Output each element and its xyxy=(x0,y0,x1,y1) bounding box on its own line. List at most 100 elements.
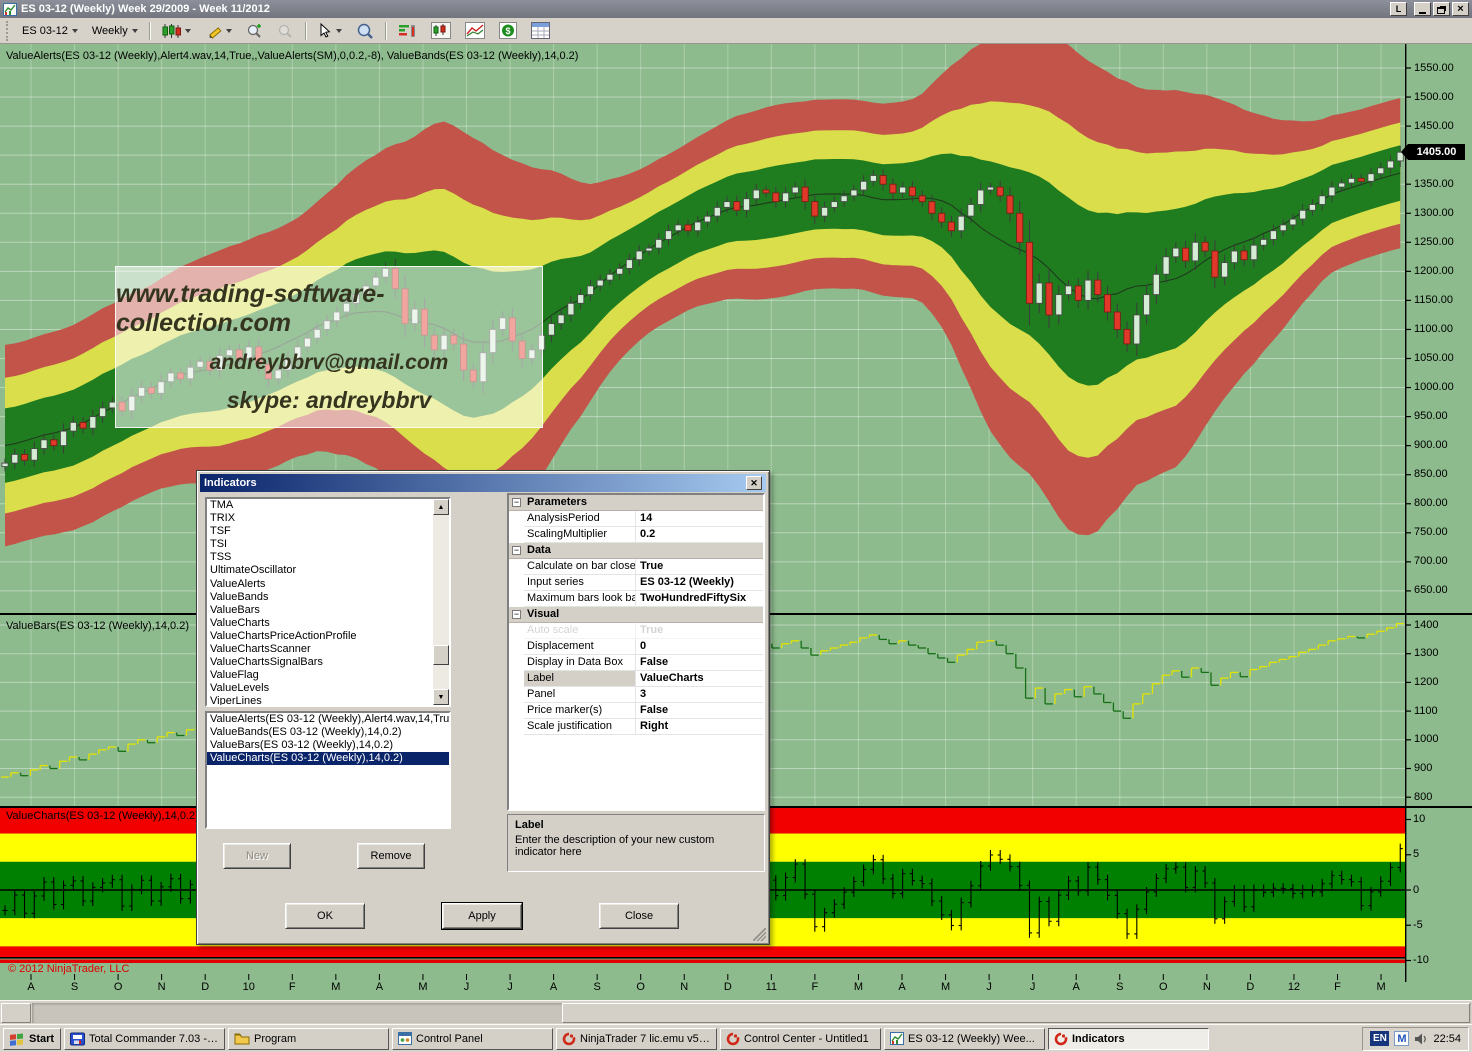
resize-grip[interactable] xyxy=(753,928,766,941)
toolbar-drag-handle[interactable] xyxy=(6,21,10,41)
zoom-in-button[interactable] xyxy=(239,20,270,42)
property-value[interactable]: TwoHundredFiftySix xyxy=(636,591,763,607)
indicator-list-item[interactable]: TSS xyxy=(207,551,449,564)
indicator-list-item[interactable]: TMA xyxy=(207,499,449,512)
indicator-list-item[interactable]: ValueBars xyxy=(207,604,449,617)
property-name[interactable]: Auto scale xyxy=(524,623,636,639)
market-depth-button[interactable] xyxy=(391,20,424,42)
indicator-list-item[interactable]: ValueChartsPriceActionProfile xyxy=(207,630,449,643)
property-value[interactable]: True xyxy=(636,623,763,639)
property-name[interactable]: Display in Data Box xyxy=(524,655,636,671)
taskbar-button-control-panel[interactable]: Control Panel xyxy=(392,1028,553,1050)
property-name[interactable]: Parameters xyxy=(524,495,763,510)
cursor-tool-button[interactable] xyxy=(311,20,349,42)
indicator-list-item[interactable]: ValueChartsSignalBars xyxy=(207,656,449,669)
dialog-titlebar[interactable]: Indicators ✕ xyxy=(200,474,766,492)
scrollbar-left-stub[interactable] xyxy=(1,1003,31,1023)
property-name[interactable]: ScalingMultiplier xyxy=(524,527,636,543)
scrollbar-thumb[interactable] xyxy=(433,645,449,665)
property-name[interactable]: Price marker(s) xyxy=(524,703,636,719)
new-button[interactable]: New xyxy=(223,843,291,869)
configured-indicator-item[interactable]: ValueBars(ES 03-12 (Weekly),14,0.2) xyxy=(207,739,449,752)
property-category-row[interactable]: −Data xyxy=(509,543,763,559)
data-box-button[interactable] xyxy=(349,19,381,42)
dialog-close-button[interactable]: ✕ xyxy=(746,476,762,490)
property-row[interactable]: Panel3 xyxy=(509,687,763,703)
property-row[interactable]: Maximum bars look baTwoHundredFiftySix xyxy=(509,591,763,607)
property-value[interactable]: 0.2 xyxy=(636,527,763,543)
line-chart-button[interactable] xyxy=(458,19,492,42)
configured-indicator-item[interactable]: ValueCharts(ES 03-12 (Weekly),14,0.2) xyxy=(207,752,449,765)
taskbar-button-total-commander-7-03[interactable]: Total Commander 7.03 - ... xyxy=(64,1028,225,1050)
property-value[interactable]: Right xyxy=(636,719,763,735)
list-scrollbar[interactable]: ▲ ▼ xyxy=(433,499,449,705)
indicator-list-item[interactable]: TRIX xyxy=(207,512,449,525)
indicators-dialog[interactable]: Indicators ✕ TMATRIXTSFTSITSSUltimateOsc… xyxy=(196,470,770,945)
taskbar-button-indicators[interactable]: Indicators xyxy=(1048,1028,1209,1050)
indicator-list-item[interactable]: ViperLines xyxy=(207,695,449,707)
configured-indicator-item[interactable]: ValueAlerts(ES 03-12 (Weekly),Alert4.wav… xyxy=(207,713,449,726)
property-row[interactable]: LabelValueCharts xyxy=(509,671,763,687)
property-value[interactable]: False xyxy=(636,703,763,719)
property-value[interactable]: ValueCharts xyxy=(636,671,763,687)
volume-icon[interactable] xyxy=(1414,1032,1428,1046)
instrument-selector[interactable]: ES 03-12 xyxy=(15,22,85,40)
indicator-list-item[interactable]: ValueLevels xyxy=(207,682,449,695)
interval-selector[interactable]: Weekly xyxy=(85,22,145,40)
property-row[interactable]: Display in Data BoxFalse xyxy=(509,655,763,671)
scroll-up-button[interactable]: ▲ xyxy=(433,499,449,515)
link-button[interactable]: L xyxy=(1390,2,1407,16)
chart-style-button[interactable] xyxy=(155,20,198,42)
configured-indicators-list[interactable]: ValueAlerts(ES 03-12 (Weekly),Alert4.wav… xyxy=(205,711,451,829)
indicator-property-grid[interactable]: −ParametersAnalysisPeriod14ScalingMultip… xyxy=(507,493,765,811)
scroll-down-button[interactable]: ▼ xyxy=(433,689,449,705)
remove-button[interactable]: Remove xyxy=(357,843,425,869)
start-button[interactable]: Start xyxy=(3,1028,61,1050)
window-titlebar[interactable]: ES 03-12 (Weekly) Week 29/2009 - Week 11… xyxy=(0,0,1472,18)
taskbar-button-ninjatrader-7-lic-emu-v5-06[interactable]: NinjaTrader 7 lic.emu v5.06 xyxy=(556,1028,717,1050)
property-row[interactable]: Auto scaleTrue xyxy=(509,623,763,639)
indicator-list-item[interactable]: UltimateOscillator xyxy=(207,564,449,577)
chart-horizontal-scrollbar[interactable] xyxy=(0,1000,1472,1024)
property-row[interactable]: Scale justificationRight xyxy=(509,719,763,735)
account-button[interactable]: $ xyxy=(492,19,524,42)
property-category-row[interactable]: −Visual xyxy=(509,607,763,623)
zoom-out-button[interactable] xyxy=(270,20,301,42)
taskbar-button-es-03-12-weekly-wee[interactable]: ES 03-12 (Weekly) Wee... xyxy=(884,1028,1045,1050)
collapse-icon[interactable]: − xyxy=(512,610,521,619)
property-name[interactable]: Input series xyxy=(524,575,636,591)
chart-trader-button[interactable] xyxy=(424,19,458,42)
property-row[interactable]: Displacement0 xyxy=(509,639,763,655)
indicator-list-item[interactable]: ValueChartsScanner xyxy=(207,643,449,656)
property-name[interactable]: Calculate on bar close xyxy=(524,559,636,575)
property-name[interactable]: Visual xyxy=(524,607,763,622)
messenger-tray-icon[interactable]: M xyxy=(1394,1031,1409,1046)
close-button[interactable]: × xyxy=(1452,2,1469,16)
minimize-button[interactable] xyxy=(1414,2,1431,16)
collapse-icon[interactable]: − xyxy=(512,498,521,507)
indicator-list-item[interactable]: ValueFlag xyxy=(207,669,449,682)
available-indicators-list[interactable]: TMATRIXTSFTSITSSUltimateOscillatorValueA… xyxy=(205,497,451,707)
language-indicator[interactable]: EN xyxy=(1370,1031,1389,1046)
indicator-list-item[interactable]: ValueCharts xyxy=(207,617,449,630)
ok-button[interactable]: OK xyxy=(285,903,365,929)
data-grid-button[interactable] xyxy=(524,19,557,42)
property-row[interactable]: Calculate on bar closeTrue xyxy=(509,559,763,575)
property-value[interactable]: ES 03-12 (Weekly) xyxy=(636,575,763,591)
taskbar-button-program[interactable]: Program xyxy=(228,1028,389,1050)
property-value[interactable]: False xyxy=(636,655,763,671)
indicator-list-item[interactable]: ValueBands xyxy=(207,591,449,604)
property-value[interactable]: True xyxy=(636,559,763,575)
drawing-tools-button[interactable] xyxy=(198,20,239,42)
property-name[interactable]: Maximum bars look ba xyxy=(524,591,636,607)
property-row[interactable]: AnalysisPeriod14 xyxy=(509,511,763,527)
property-value[interactable]: 0 xyxy=(636,639,763,655)
close-dialog-button[interactable]: Close xyxy=(599,903,679,929)
property-row[interactable]: Price marker(s)False xyxy=(509,703,763,719)
property-name[interactable]: Label xyxy=(524,671,636,687)
property-name[interactable]: Data xyxy=(524,543,763,558)
property-name[interactable]: AnalysisPeriod xyxy=(524,511,636,527)
property-name[interactable]: Displacement xyxy=(524,639,636,655)
property-name[interactable]: Scale justification xyxy=(524,719,636,735)
indicator-list-item[interactable]: TSF xyxy=(207,525,449,538)
